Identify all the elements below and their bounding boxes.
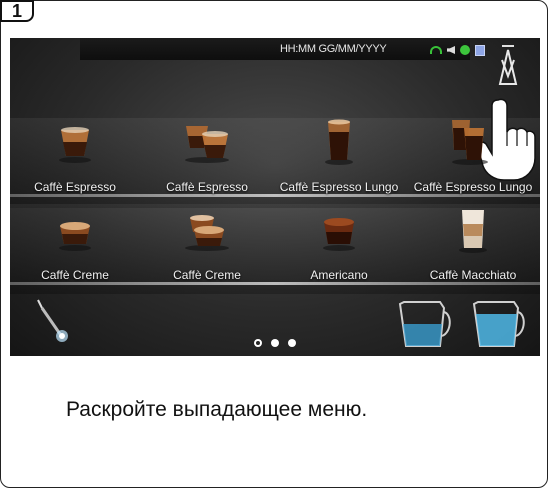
beverage-button[interactable]: Caffè Espresso Lungo	[274, 114, 404, 198]
speaker-icon	[447, 46, 455, 54]
steam-wand-icon[interactable]	[30, 294, 80, 344]
beverage-label: Caffè Creme	[173, 268, 241, 282]
beverage-label: Caffè Espresso Lungo	[413, 180, 533, 194]
beverage-button[interactable]: Caffè Espresso Lungo	[408, 114, 538, 198]
beverage-button[interactable]: Caffè Espresso	[10, 114, 140, 198]
beverage-label: Americano	[310, 268, 368, 282]
espresso-cup-icon	[59, 127, 91, 163]
beverage-button[interactable]: Caffè Creme	[10, 202, 140, 286]
coffee-machine-screen: HH:MM GG/MM/YYYY Caffè Espresso Caffè Es…	[10, 38, 540, 356]
page-dot-current[interactable]	[254, 339, 262, 347]
beverage-button[interactable]: Caffè Creme	[142, 202, 272, 286]
lungo-glass-icon	[325, 119, 353, 165]
cartridge-icon	[475, 44, 485, 56]
status-bar: HH:MM GG/MM/YYYY	[80, 38, 485, 60]
beverage-button[interactable]: Americano	[274, 202, 404, 286]
page-dot[interactable]	[271, 339, 279, 347]
beverage-button[interactable]: Caffè Espresso	[142, 114, 272, 198]
page-indicator	[254, 338, 314, 348]
status-ok-icon	[460, 45, 470, 55]
step-number-badge: 1	[0, 0, 34, 22]
macchiato-glass-icon	[459, 210, 487, 253]
chevron-down-icon	[498, 45, 518, 85]
status-time-date: HH:MM GG/MM/YYYY	[280, 43, 387, 55]
beverage-label: Caffè Espresso	[166, 180, 248, 194]
double-espresso-cups-icon	[185, 126, 229, 163]
beverage-label: Caffè Espresso Lungo	[279, 180, 399, 194]
beverage-label: Caffè Creme	[41, 268, 109, 282]
milk-jug-icon[interactable]	[390, 292, 540, 356]
beverage-label: Caffè Espresso	[34, 180, 116, 194]
creme-cup-icon	[59, 222, 91, 251]
instruction-text: Раскройте выпадающее меню.	[66, 398, 368, 421]
americano-cup-icon	[323, 218, 355, 251]
beverage-button[interactable]: Caffè Macchiato	[408, 202, 538, 286]
double-creme-cups-icon	[185, 215, 229, 251]
wifi-icon	[430, 46, 442, 54]
beverage-label: Caffè Macchiato	[429, 268, 517, 282]
double-lungo-glasses-icon	[452, 120, 488, 165]
page-dot[interactable]	[288, 339, 296, 347]
status-icons	[430, 44, 485, 56]
dropdown-menu-button[interactable]	[490, 42, 530, 96]
